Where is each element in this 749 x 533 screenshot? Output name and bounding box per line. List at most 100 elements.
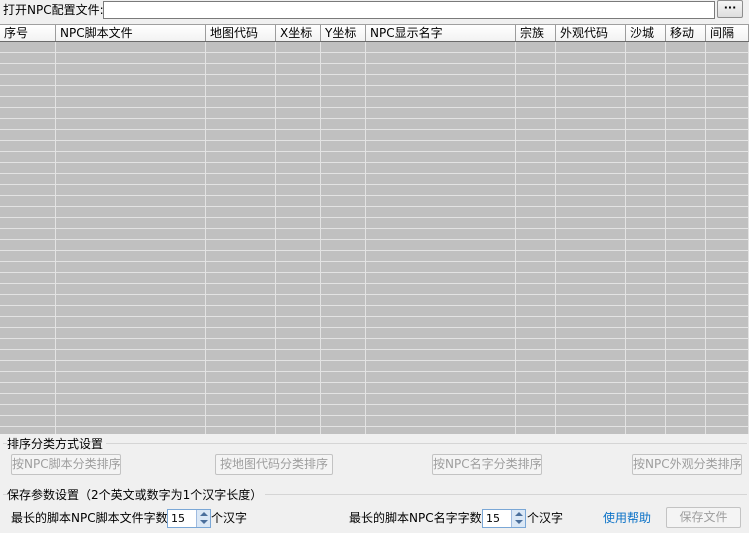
- table-cell[interactable]: [56, 141, 206, 151]
- table-cell[interactable]: [556, 53, 626, 63]
- table-row[interactable]: [0, 130, 749, 141]
- table-cell[interactable]: [321, 97, 366, 107]
- table-cell[interactable]: [276, 97, 321, 107]
- table-cell[interactable]: [626, 64, 666, 74]
- table-cell[interactable]: [706, 262, 749, 272]
- table-cell[interactable]: [321, 372, 366, 382]
- table-cell[interactable]: [666, 119, 706, 129]
- col-header-name[interactable]: NPC显示名字: [366, 25, 516, 41]
- table-cell[interactable]: [706, 416, 749, 426]
- table-cell[interactable]: [366, 361, 516, 371]
- file-path-input[interactable]: [103, 1, 715, 19]
- table-cell[interactable]: [276, 284, 321, 294]
- table-row[interactable]: [0, 317, 749, 328]
- table-cell[interactable]: [321, 185, 366, 195]
- table-cell[interactable]: [556, 339, 626, 349]
- table-cell[interactable]: [516, 284, 556, 294]
- table-cell[interactable]: [206, 185, 276, 195]
- table-row[interactable]: [0, 240, 749, 251]
- table-cell[interactable]: [321, 339, 366, 349]
- table-row[interactable]: [0, 207, 749, 218]
- table-cell[interactable]: [366, 251, 516, 261]
- table-cell[interactable]: [626, 317, 666, 327]
- table-cell[interactable]: [206, 350, 276, 360]
- table-cell[interactable]: [556, 119, 626, 129]
- table-cell[interactable]: [321, 108, 366, 118]
- table-cell[interactable]: [56, 350, 206, 360]
- table-cell[interactable]: [556, 229, 626, 239]
- table-cell[interactable]: [206, 53, 276, 63]
- spin-down-icon[interactable]: [515, 520, 523, 524]
- table-row[interactable]: [0, 394, 749, 405]
- table-cell[interactable]: [366, 405, 516, 415]
- table-cell[interactable]: [276, 42, 321, 52]
- table-cell[interactable]: [276, 383, 321, 393]
- table-cell[interactable]: [706, 108, 749, 118]
- table-cell[interactable]: [0, 394, 56, 404]
- table-cell[interactable]: [56, 174, 206, 184]
- table-cell[interactable]: [321, 207, 366, 217]
- table-cell[interactable]: [366, 53, 516, 63]
- table-row[interactable]: [0, 97, 749, 108]
- table-cell[interactable]: [56, 163, 206, 173]
- table-cell[interactable]: [626, 75, 666, 85]
- spin-up-icon[interactable]: [515, 512, 523, 516]
- table-cell[interactable]: [516, 196, 556, 206]
- table-cell[interactable]: [626, 405, 666, 415]
- table-cell[interactable]: [366, 372, 516, 382]
- table-cell[interactable]: [276, 218, 321, 228]
- table-row[interactable]: [0, 383, 749, 394]
- table-cell[interactable]: [366, 141, 516, 151]
- table-cell[interactable]: [206, 163, 276, 173]
- table-cell[interactable]: [516, 152, 556, 162]
- table-cell[interactable]: [0, 53, 56, 63]
- table-cell[interactable]: [206, 42, 276, 52]
- table-cell[interactable]: [556, 262, 626, 272]
- table-row[interactable]: [0, 108, 749, 119]
- table-cell[interactable]: [321, 163, 366, 173]
- table-cell[interactable]: [706, 119, 749, 129]
- table-cell[interactable]: [666, 108, 706, 118]
- table-cell[interactable]: [366, 416, 516, 426]
- table-cell[interactable]: [626, 383, 666, 393]
- table-cell[interactable]: [0, 240, 56, 250]
- table-row[interactable]: [0, 295, 749, 306]
- table-row[interactable]: [0, 273, 749, 284]
- table-cell[interactable]: [626, 295, 666, 305]
- table-cell[interactable]: [276, 262, 321, 272]
- table-cell[interactable]: [556, 141, 626, 151]
- table-cell[interactable]: [366, 196, 516, 206]
- table-cell[interactable]: [666, 328, 706, 338]
- table-cell[interactable]: [56, 383, 206, 393]
- table-cell[interactable]: [321, 64, 366, 74]
- table-cell[interactable]: [666, 163, 706, 173]
- table-cell[interactable]: [206, 328, 276, 338]
- table-row[interactable]: [0, 163, 749, 174]
- spin-up-icon[interactable]: [200, 512, 208, 516]
- table-cell[interactable]: [516, 185, 556, 195]
- table-cell[interactable]: [626, 152, 666, 162]
- table-cell[interactable]: [626, 163, 666, 173]
- table-cell[interactable]: [626, 427, 666, 434]
- table-cell[interactable]: [706, 163, 749, 173]
- table-cell[interactable]: [516, 207, 556, 217]
- table-cell[interactable]: [556, 251, 626, 261]
- table-cell[interactable]: [276, 64, 321, 74]
- table-cell[interactable]: [56, 273, 206, 283]
- table-cell[interactable]: [321, 273, 366, 283]
- script-len-stepper[interactable]: 15: [167, 509, 211, 528]
- table-cell[interactable]: [366, 427, 516, 434]
- table-cell[interactable]: [516, 108, 556, 118]
- table-cell[interactable]: [556, 240, 626, 250]
- table-cell[interactable]: [206, 295, 276, 305]
- table-cell[interactable]: [276, 141, 321, 151]
- table-cell[interactable]: [556, 174, 626, 184]
- table-cell[interactable]: [276, 295, 321, 305]
- table-cell[interactable]: [0, 262, 56, 272]
- table-cell[interactable]: [516, 86, 556, 96]
- table-cell[interactable]: [276, 306, 321, 316]
- table-cell[interactable]: [556, 295, 626, 305]
- table-cell[interactable]: [516, 141, 556, 151]
- table-cell[interactable]: [321, 53, 366, 63]
- table-cell[interactable]: [556, 273, 626, 283]
